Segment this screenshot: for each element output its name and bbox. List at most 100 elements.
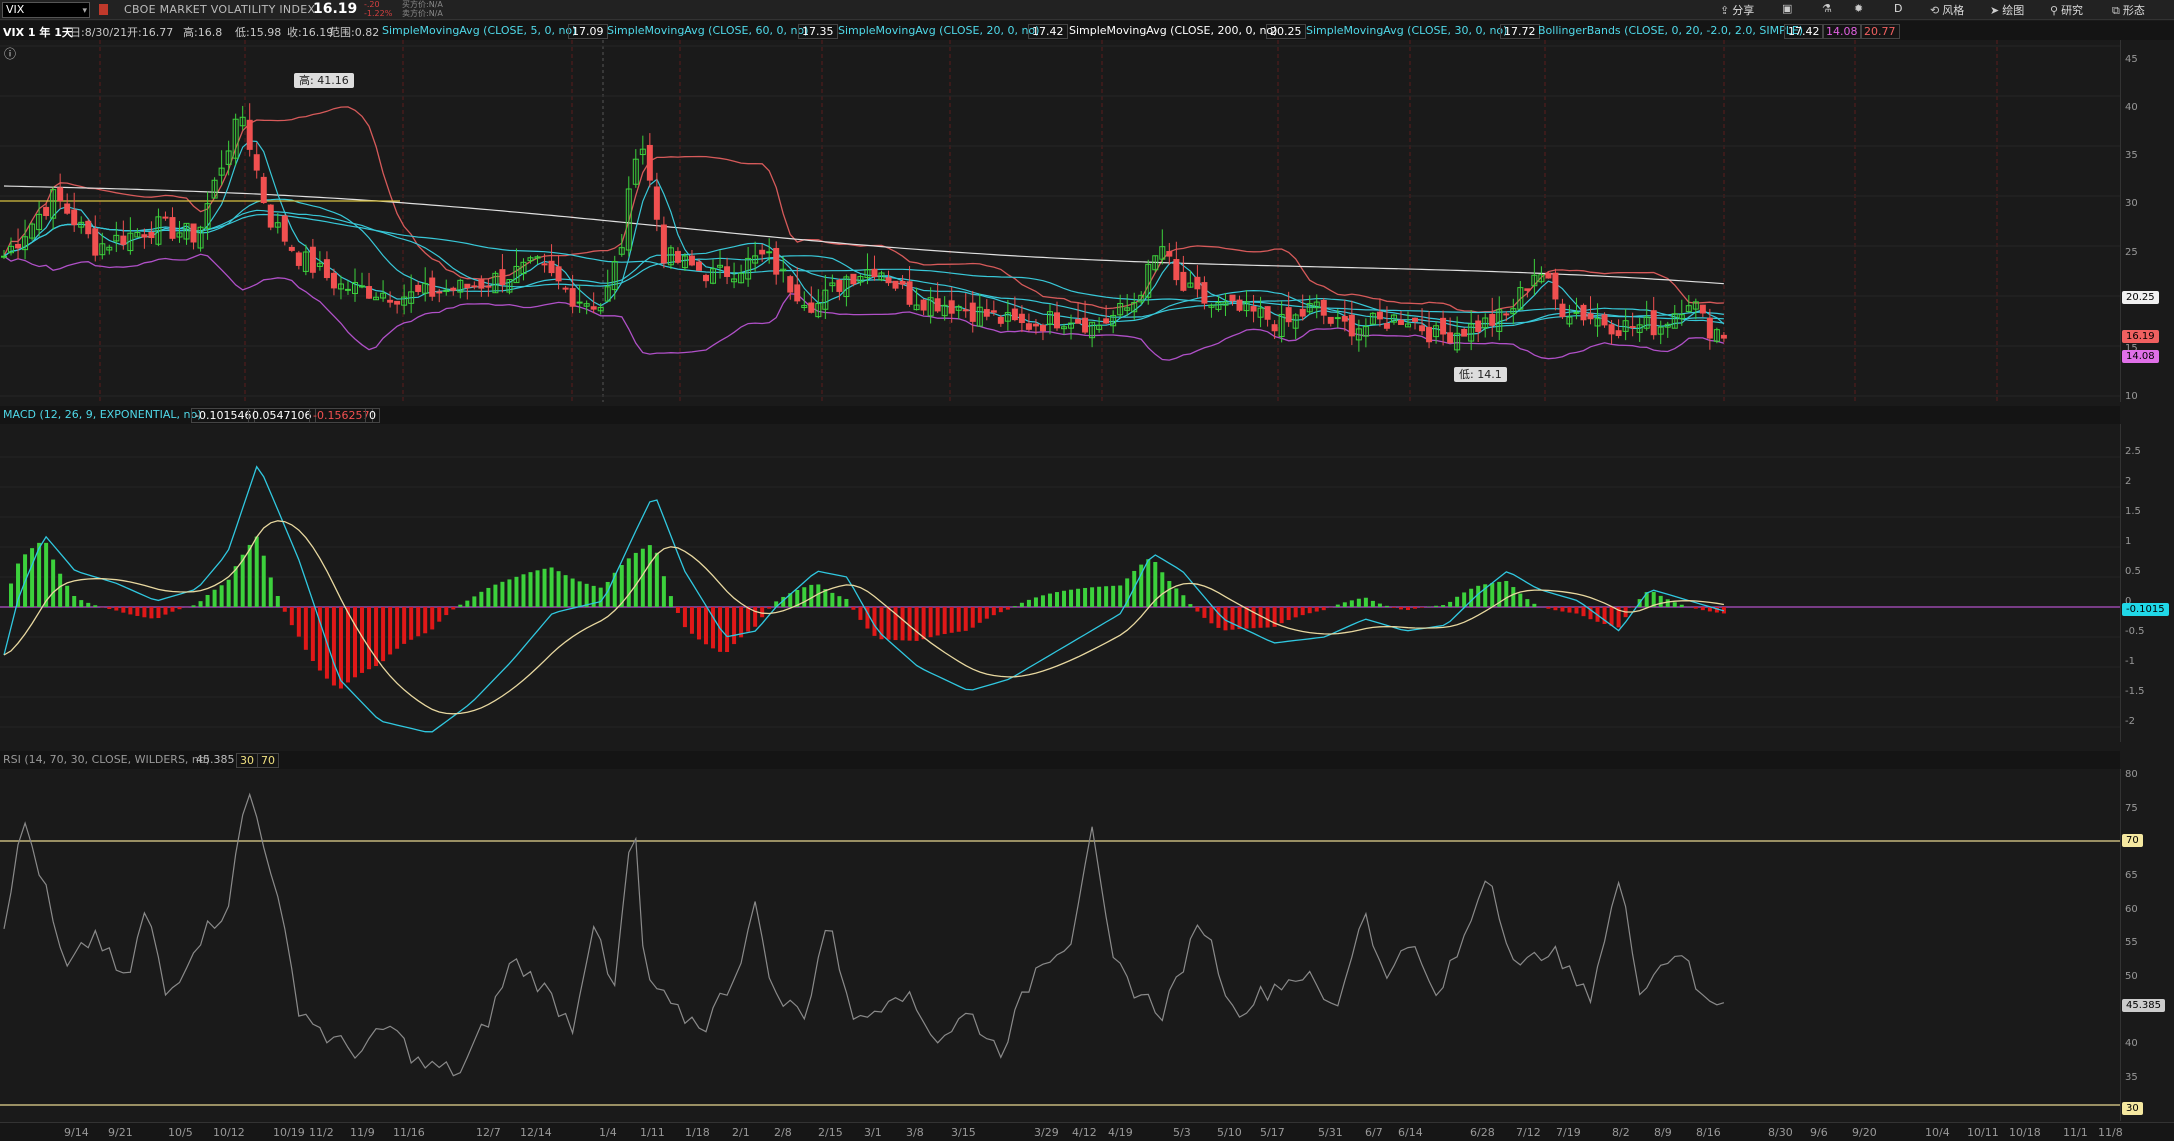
gear-icon: ✹	[1854, 2, 1864, 15]
rsi-70-tag: 70	[2122, 834, 2143, 847]
study-sma30[interactable]: SimpleMovingAvg (CLOSE, 30, 0, no)	[1306, 24, 1507, 37]
macd-y-axis[interactable]: 2.5 2 1.5 1 0.5 0 -0.5 -1 -1.5 -2	[2120, 424, 2174, 742]
study-bollinger[interactable]: BollingerBands (CLOSE, 0, 20, -2.0, 2.0,…	[1538, 24, 1803, 37]
candle-body	[646, 144, 653, 181]
macd-histogram-bar	[191, 605, 196, 607]
settings-button[interactable]: ✹	[1854, 2, 1866, 15]
price-tick: 45	[2125, 54, 2138, 65]
rsi-y-axis[interactable]: 80 75 65 60 55 50 40 35	[2120, 769, 2174, 1121]
last-price: 16.19	[313, 1, 358, 17]
info-icon[interactable]: ⓘ	[4, 45, 16, 62]
macd-histogram-bar	[1672, 602, 1677, 607]
candle-body	[92, 228, 99, 256]
candle-body	[660, 224, 667, 264]
candle-body	[309, 246, 316, 273]
candle-body	[541, 263, 548, 266]
macd-histogram-bar	[486, 587, 491, 607]
rsi-value: 45.385	[196, 753, 235, 766]
candle-body	[703, 274, 709, 282]
macd-histogram-bar	[696, 607, 701, 640]
x-axis-label: 11/9	[350, 1126, 375, 1139]
x-axis-label: 11/2	[309, 1126, 334, 1139]
low-callout: 低: 14.1	[1454, 367, 1507, 382]
macd-histogram-bar	[149, 607, 154, 619]
study-sma200[interactable]: SimpleMovingAvg (CLOSE, 200, 0, no)	[1069, 24, 1277, 37]
drawing-button[interactable]: ➤ 绘图	[1990, 2, 2024, 18]
macd-histogram-bar	[177, 607, 182, 610]
macd-histogram-bar	[1560, 607, 1565, 612]
rsi-tick: 55	[2125, 937, 2138, 948]
chart-settings-button[interactable]: ▣	[1782, 2, 1795, 15]
macd-histogram-bar	[1609, 607, 1614, 626]
candle-body	[43, 206, 50, 217]
time-x-axis[interactable]: 9/14 9/21 10/5 10/12 10/19 11/2 11/9 11/16 12/7 1…	[0, 1122, 2174, 1141]
flask-button[interactable]: ⚗	[1822, 2, 1835, 15]
macd-histogram-bar	[1441, 605, 1446, 607]
chevron-down-icon[interactable]: ▾	[82, 4, 87, 18]
candle-body	[499, 269, 506, 286]
studies-button[interactable]: ⚲ 研究	[2050, 2, 2083, 18]
macd-diff: -0.156257	[309, 408, 374, 423]
candle-body	[450, 287, 457, 291]
style-button[interactable]: ⟲ 风格	[1930, 2, 1964, 18]
macd-histogram-bar	[226, 579, 231, 607]
study-sma5[interactable]: SimpleMovingAvg (CLOSE, 5, 0, no)	[382, 24, 576, 37]
candle-body	[576, 301, 583, 304]
symbol-input[interactable]: VIX ▾	[2, 2, 90, 18]
share-button[interactable]: ⇪ 分享	[1720, 2, 1754, 18]
macd-histogram-bar	[725, 607, 730, 653]
candle-body	[15, 243, 22, 249]
macd-avg: 0.0547106	[248, 408, 316, 423]
study-bollinger-mid: 17.42	[1784, 24, 1824, 39]
candle-body	[478, 279, 485, 289]
candle-body	[1552, 272, 1559, 300]
candle-body	[1587, 313, 1594, 320]
candle-body	[1075, 319, 1082, 324]
macd-histogram-bar	[1335, 604, 1340, 607]
period-button[interactable]: D	[1894, 2, 1902, 15]
study-sma20[interactable]: SimpleMovingAvg (CLOSE, 20, 0, no)	[838, 24, 1039, 37]
macd-histogram-bar	[219, 585, 224, 607]
macd-label[interactable]: MACD (12, 26, 9, EXPONENTIAL, no)	[3, 408, 202, 421]
macd-histogram-bar	[1097, 586, 1102, 607]
patterns-button[interactable]: ⧉ 形态	[2112, 2, 2145, 18]
x-axis-label: 8/30	[1768, 1126, 1793, 1139]
macd-histogram-bar	[767, 607, 772, 609]
macd-histogram-bar	[367, 607, 372, 670]
macd-histogram-bar	[1384, 605, 1389, 607]
x-axis-label: 10/18	[2009, 1126, 2041, 1139]
macd-histogram-bar	[465, 600, 470, 607]
candle-body	[344, 288, 351, 291]
macd-chart[interactable]	[0, 424, 2120, 742]
macd-histogram-bar	[1469, 588, 1474, 607]
candle-body	[71, 209, 78, 226]
candle-body	[759, 249, 766, 255]
macd-histogram-bar	[549, 567, 554, 607]
study-sma60[interactable]: SimpleMovingAvg (CLOSE, 60, 0, no)	[607, 24, 808, 37]
x-axis-label: 10/19	[273, 1126, 305, 1139]
macd-histogram-bar	[746, 607, 751, 632]
rsi-oversold: 30	[236, 753, 258, 768]
bid-ask: 买方价:N/A 卖方价:N/A	[402, 0, 443, 18]
rsi-label[interactable]: RSI (14, 70, 30, CLOSE, WILDERS, no)	[3, 753, 210, 766]
rsi-chart[interactable]	[0, 769, 2120, 1121]
candle-body	[429, 277, 436, 297]
macd-tick: 2.5	[2125, 446, 2141, 457]
candle-body	[1376, 311, 1383, 320]
macd-histogram-bar	[1062, 590, 1067, 607]
macd-histogram-bar	[851, 607, 856, 610]
ohlc-range: 范围:0.82	[329, 26, 380, 39]
macd-histogram-bar	[1532, 603, 1537, 607]
price-y-axis[interactable]: 45 40 35 30 25 20 15 10	[2120, 40, 2174, 402]
macd-histogram-bar	[1005, 607, 1010, 610]
x-axis-label: 6/7	[1365, 1126, 1383, 1139]
flag-icon[interactable]	[99, 4, 108, 15]
candle-body	[1489, 313, 1496, 326]
candle-body	[1320, 299, 1327, 316]
candle-body	[436, 291, 443, 294]
price-tick: 35	[2125, 150, 2138, 161]
price-chart[interactable]	[0, 40, 2120, 402]
macd-histogram-bar	[711, 607, 716, 649]
rsi-header: RSI (14, 70, 30, CLOSE, WILDERS, no) 45.…	[0, 751, 2120, 769]
macd-histogram-bar	[1069, 589, 1074, 607]
